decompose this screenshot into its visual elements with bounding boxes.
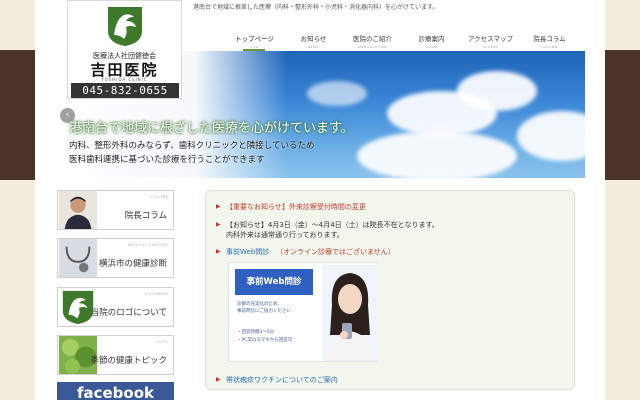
sidebar-banner-checkup[interactable]: MEDICAL CHECKUP 横浜市の健康診断	[57, 238, 174, 278]
clinic-logo[interactable]: 医療法人社団健徳会 吉田医院 YOSHIDA CLINIC 045-832-06…	[67, 0, 182, 99]
logo-english-name: YOSHIDA CLINIC	[101, 77, 148, 82]
notice-item-vaccine[interactable]: 帯状疱疹ワクチンについてのご案内	[226, 375, 338, 385]
banner-sublabel: COLUMN	[150, 195, 169, 199]
hero-subtitle-2: 医科歯科連携に基づいた診療を行うことができます	[69, 155, 265, 165]
sidebar-banner-logo[interactable]: LOGOMARK 当院のロゴについて	[57, 287, 174, 327]
cloud-decoration	[457, 71, 537, 111]
main-nav: トップページ TOP お知らせ NEWS 医院のご紹介 INTRODUCTION…	[225, 30, 579, 51]
cloud-decoration	[307, 81, 367, 106]
nav-label: 診療案内	[418, 35, 445, 43]
bullet-icon: ▶	[216, 248, 221, 255]
banner-label: 院長コラム	[124, 211, 167, 221]
nav-top[interactable]: トップページ TOP	[225, 30, 284, 51]
web-point: ・PC又はスマホから回答可	[237, 338, 293, 343]
phone-number[interactable]: 045-832-0655	[71, 83, 179, 98]
nav-sublabel: TOP	[250, 45, 259, 49]
banner-sublabel: LOGOMARK	[144, 292, 169, 296]
notice-item-absence-detail: 内科外来は通常通り行っております。	[226, 231, 344, 239]
dragon-emblem-icon	[108, 7, 142, 46]
doctor-photo-icon	[59, 191, 97, 229]
web-desc: 事前問診にご協力ください	[237, 309, 291, 314]
nav-introduction[interactable]: 医院のご紹介 INTRODUCTION	[343, 30, 402, 50]
cloud-decoration	[357, 131, 517, 178]
nav-label: 院長コラム	[533, 35, 566, 43]
web-point: ・回答時間3〜5分	[237, 330, 275, 335]
nav-guide[interactable]: 診療案内 GUIDE	[402, 30, 461, 50]
banner-label: 横浜市の健康診断	[98, 259, 167, 269]
hero-title: 港南台で地域に根ざした医療を心がけています。	[69, 121, 354, 136]
notice-item-absence[interactable]: 【お知らせ】4月3日（金）〜4月4日（土）は院長不在となります。	[226, 220, 439, 230]
web-desc: 診察の充実化のため、	[237, 302, 282, 307]
nav-label: お知らせ	[300, 35, 327, 43]
nav-sublabel: ACCESS	[483, 45, 498, 49]
nav-sublabel: INTRODUCTION	[357, 45, 388, 49]
nav-label: トップページ	[235, 35, 274, 43]
notice-item-important[interactable]: 【重要なお知らせ】外来診察受付時間の変更	[226, 202, 366, 212]
banner-label: 当院のロゴについて	[90, 308, 167, 318]
stethoscope-icon	[59, 239, 97, 277]
banner-label: 季節の健康トピック	[90, 356, 167, 366]
nav-access[interactable]: アクセスマップ ACCESS	[461, 30, 520, 50]
nav-sublabel: GUIDE	[425, 45, 438, 49]
banner-sublabel: TOPIC	[156, 340, 169, 344]
bullet-icon: ▶	[216, 221, 221, 228]
nav-label: 医院のご紹介	[353, 35, 392, 43]
banner-sublabel: MEDICAL CHECKUP	[128, 243, 169, 247]
hero-subtitle-1: 内科、整形外科のみならず、歯科クリニックと隣接しているため	[69, 141, 315, 151]
notice-item-web-note: （オンライン診療ではございません）	[276, 248, 395, 256]
bullet-icon: ▶	[216, 203, 221, 210]
nav-news[interactable]: お知らせ NEWS	[284, 30, 343, 50]
web-monshin-card[interactable]: 事前Web問診 診察の充実化のため、 事前問診にご協力ください ・回答時間3〜5…	[228, 262, 378, 362]
web-monshin-button[interactable]: 事前Web問診	[235, 269, 313, 295]
nav-sublabel: NEWS	[307, 45, 319, 49]
notice-item-web-monshin[interactable]: 事前Web問診	[226, 247, 269, 257]
woman-with-phone-icon	[322, 265, 378, 361]
cloud-decoration	[517, 111, 585, 161]
site-tagline: 港南台で地域に根差した医療（内科・整形外科・小児科・消化器内科）を心がけています…	[193, 4, 439, 11]
sidebar-banner-column[interactable]: COLUMN 院長コラム	[57, 190, 174, 230]
nav-column[interactable]: 院長コラム COLUMN	[520, 30, 579, 50]
bullet-icon: ▶	[216, 376, 221, 383]
nav-sublabel: COLUMN	[541, 45, 558, 49]
sidebar-banner-topic[interactable]: TOPIC 季節の健康トピック	[57, 335, 174, 375]
facebook-banner[interactable]: facebook	[57, 382, 174, 400]
nav-label: アクセスマップ	[468, 35, 513, 43]
